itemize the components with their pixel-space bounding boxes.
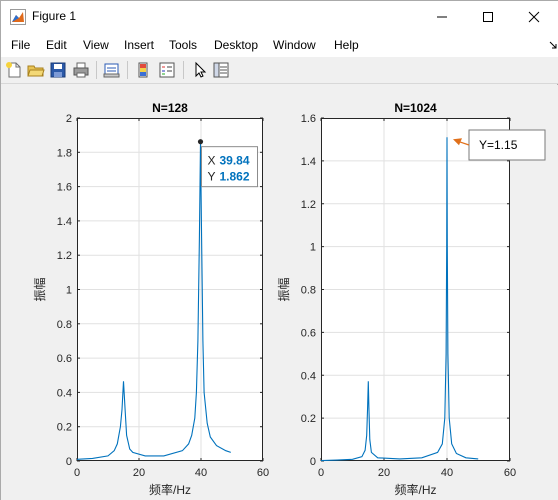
- print-icon[interactable]: [72, 61, 90, 79]
- x-tick-label: 60: [257, 467, 269, 479]
- insert-legend-icon[interactable]: [158, 61, 176, 79]
- menu-view[interactable]: View: [83, 38, 109, 52]
- x-axis-label: 频率/Hz: [149, 482, 191, 497]
- menu-tools[interactable]: Tools: [169, 38, 197, 52]
- y-tick-label: 0.2: [301, 413, 316, 425]
- minimize-button[interactable]: [419, 1, 465, 32]
- x-tick-label: 40: [441, 467, 453, 479]
- title-bar: Figure 1: [1, 1, 558, 32]
- print-preview-icon[interactable]: [103, 61, 121, 79]
- menu-file[interactable]: File: [11, 38, 30, 52]
- y-axis-label: 振幅: [276, 277, 291, 301]
- axes-title: N=128: [152, 101, 188, 115]
- menu-edit[interactable]: Edit: [46, 38, 67, 52]
- y-tick-label: 0.8: [301, 285, 316, 297]
- matlab-icon: [10, 9, 26, 25]
- x-tick-label: 60: [504, 467, 516, 479]
- menu-insert[interactable]: Insert: [124, 38, 154, 52]
- property-inspector-icon[interactable]: [212, 61, 230, 79]
- axes-title: N=1024: [394, 101, 437, 115]
- figure-toolbar: [1, 57, 558, 84]
- toolbar-separator: [96, 61, 97, 79]
- y-tick-label: 1: [310, 242, 316, 254]
- y-tick-label: 1.2: [57, 250, 72, 262]
- dock-arrow-icon[interactable]: [549, 38, 557, 56]
- minimize-icon: [437, 16, 447, 17]
- y-tick-label: 2: [66, 113, 72, 125]
- y-tick-label: 0.6: [301, 327, 316, 339]
- y-tick-label: 0.4: [57, 387, 72, 399]
- maximize-button[interactable]: [465, 1, 511, 32]
- menu-bar: File Edit View Insert Tools Desktop Wind…: [1, 32, 558, 57]
- y-tick-label: 1.6: [57, 182, 72, 194]
- datatip-y-label: Y: [208, 170, 216, 184]
- y-tick-label: 0: [66, 456, 72, 468]
- figure-window: Figure 1 File Edit View Insert Tools Des…: [0, 0, 558, 500]
- figure-canvas: 0 20 40 60 0 0.2 0.4 0.6 0.8 1 1.2 1.4 1.6 1.8 2 N=128 频…: [1, 85, 558, 500]
- datatip-x-value: 39.84: [220, 154, 250, 168]
- datatip-marker[interactable]: [197, 139, 204, 145]
- annotation-text: Y=1.15: [479, 138, 518, 152]
- x-tick-label: 0: [74, 467, 80, 479]
- window-title: Figure 1: [32, 9, 77, 23]
- toolbar-separator: [127, 61, 128, 79]
- datatip-x-label: X: [208, 154, 216, 168]
- y-tick-label: 1.6: [301, 113, 316, 125]
- y-tick-label: 0.4: [301, 370, 316, 382]
- datatip[interactable]: X 39.84 Y 1.862: [201, 146, 259, 188]
- menu-window[interactable]: Window: [273, 38, 316, 52]
- x-tick-label: 20: [378, 467, 390, 479]
- y-tick-label: 1.4: [57, 216, 72, 228]
- y-axis-label: 振幅: [32, 277, 47, 301]
- edit-plot-cursor-icon[interactable]: [191, 61, 209, 79]
- new-figure-icon[interactable]: [5, 61, 23, 79]
- y-tick-label: 0.6: [57, 353, 72, 365]
- x-tick-label: 20: [133, 467, 145, 479]
- y-tick-label: 1: [66, 285, 72, 297]
- y-tick-label: 0.2: [57, 422, 72, 434]
- x-axis-label: 频率/Hz: [394, 482, 436, 497]
- open-file-icon[interactable]: [27, 61, 45, 79]
- toolbar-separator: [183, 61, 184, 79]
- save-icon[interactable]: [49, 61, 67, 79]
- y-tick-label: 1.2: [301, 199, 316, 211]
- close-button[interactable]: [511, 1, 557, 32]
- menu-desktop[interactable]: Desktop: [214, 38, 258, 52]
- plot-canvas: 0 20 40 60 0 0.2 0.4 0.6 0.8 1 1.2 1.4 1.6 1.8 2 N=128 频…: [32, 101, 546, 497]
- y-tick-label: 1.8: [57, 147, 72, 159]
- close-icon: [528, 11, 540, 22]
- menu-help[interactable]: Help: [334, 38, 359, 52]
- x-tick-label: 40: [195, 467, 207, 479]
- datatip-y-value: 1.862: [220, 170, 250, 184]
- y-tick-label: 0: [310, 456, 316, 468]
- y-tick-label: 0.8: [57, 319, 72, 331]
- insert-colorbar-icon[interactable]: [135, 61, 153, 79]
- y-tick-label: 1.4: [301, 156, 316, 168]
- axes-1[interactable]: 0 20 40 60 0 0.2 0.4 0.6 0.8 1 1.2 1.4 1.6 1.8 2 N=128 频…: [32, 101, 269, 497]
- x-tick-label: 0: [318, 467, 324, 479]
- maximize-icon: [483, 11, 493, 22]
